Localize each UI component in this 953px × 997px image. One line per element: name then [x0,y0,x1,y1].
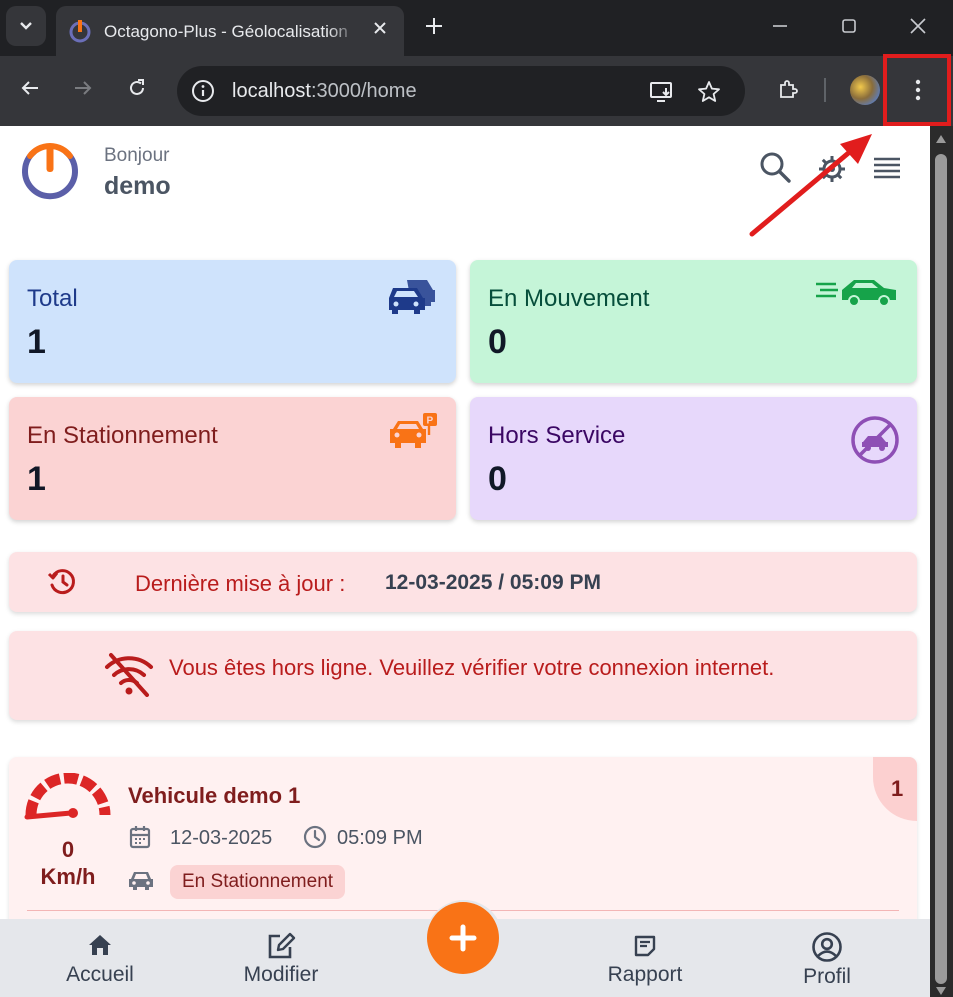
report-icon [634,935,656,957]
calendar-icon [129,826,151,849]
bookmark-button[interactable] [695,78,723,106]
last-update-banner: Dernière mise à jour : 12-03-2025 / 05:0… [9,552,917,612]
speed-unit: Km/h [40,864,96,889]
close-window-button[interactable] [902,10,934,42]
moving-car-icon [816,280,896,307]
site-info-icon [192,80,214,102]
speedometer-icon [24,773,111,820]
user-circle-icon [812,932,842,962]
nav-label: Rapport [607,963,683,986]
profile-avatar[interactable] [850,75,880,105]
url-host: localhost [232,80,311,102]
nav-profil[interactable]: Profil [777,919,877,997]
maximize-button[interactable] [833,10,865,42]
stat-card-total[interactable]: Total 1 [9,260,456,383]
cars-icon [389,280,435,314]
username-text: demo [104,172,171,200]
stat-value: 1 [27,323,46,361]
stat-value: 0 [488,323,507,361]
plus-icon [449,924,477,952]
bottom-nav: Accueil Modifier Rapport Profil [0,900,930,997]
nav-rapport[interactable]: Rapport [595,919,695,997]
annotation-arrow [749,134,872,237]
wifi-off-icon [105,653,153,697]
scroll-up-arrow-icon [936,135,946,143]
install-app-button[interactable] [647,78,677,106]
tab-close-button[interactable] [368,16,392,40]
tab-title: Octagono-Plus - Géolocalisation [104,22,358,42]
install-icon [650,82,672,102]
greeting-text: Bonjour [104,145,170,166]
edit-icon [268,932,296,959]
new-tab-button[interactable] [418,10,450,42]
stat-value: 0 [488,460,507,498]
stat-card-out-of-service[interactable]: Hors Service 0 [470,397,917,520]
page-scrollbar[interactable] [930,126,953,997]
offline-message: Vous êtes hors ligne. Veuillez vérifier … [169,655,775,680]
car-icon [129,872,153,890]
tab-search-button[interactable] [6,6,46,46]
scroll-down-arrow-icon [936,987,946,995]
close-icon [910,18,926,34]
vehicle-name: Vehicule demo 1 [128,783,301,808]
clock-icon [303,825,327,849]
history-icon [47,569,75,595]
vehicle-date: 12-03-2025 [170,827,273,849]
home-icon [89,935,111,955]
nav-label: Accueil [66,963,134,986]
maximize-icon [842,19,856,33]
minimize-icon [773,25,787,27]
nav-modifier[interactable]: Modifier [226,919,336,997]
nav-accueil[interactable]: Accueil [50,919,150,997]
vehicle-index-badge: 1 [873,757,917,821]
vehicle-index: 1 [891,776,904,801]
star-icon [698,81,720,102]
status-badge-label: En Stationnement [182,871,334,892]
back-button[interactable] [12,70,48,106]
parked-car-icon: P [390,413,437,448]
stat-label: En Stationnement [27,422,218,449]
plus-icon [426,18,442,34]
close-icon [374,22,386,34]
address-bar[interactable]: localhost:3000/home [177,66,745,116]
add-button[interactable] [427,902,499,974]
annotation-highlight-box [883,54,951,126]
octagono-favicon [69,20,91,43]
url-path: :3000/home [310,80,417,102]
stat-label: En Mouvement [488,285,650,312]
scroll-thumb[interactable] [935,154,947,984]
toolbar-divider [824,78,826,102]
reload-icon [130,79,144,95]
app-content: Bonjour demo Total 1 En Mouvement 0 En S… [0,126,930,997]
last-update-label: Dernière mise à jour : [135,571,346,596]
arrow-right-icon [75,81,92,95]
forward-button[interactable] [65,70,101,106]
last-update-value: 12-03-2025 / 05:09 PM [385,571,601,594]
stat-value: 1 [27,460,46,498]
vehicle-time: 05:09 PM [337,827,423,849]
nav-label: Modifier [243,963,319,986]
extensions-button[interactable] [770,72,806,108]
stat-card-parked[interactable]: En Stationnement 1 P [9,397,456,520]
nav-label: Profil [803,965,851,988]
browser-tab-bar: Octagono-Plus - Géolocalisation [0,0,953,56]
arrow-left-icon [21,81,38,95]
stat-card-moving[interactable]: En Mouvement 0 [470,260,917,383]
stat-label: Hors Service [488,422,626,449]
no-car-icon [851,416,899,464]
chevron-down-icon [20,22,32,30]
status-badge: En Stationnement [170,865,346,899]
url-text: localhost:3000/home [232,80,417,103]
puzzle-icon [780,80,798,98]
reload-button[interactable] [119,70,155,106]
stat-label: Total [27,285,78,312]
speed-value: 0 [61,837,75,862]
browser-tab[interactable]: Octagono-Plus - Géolocalisation [56,6,404,56]
svg-text:P: P [427,416,434,427]
octagono-logo [22,143,78,200]
minimize-button[interactable] [764,10,796,42]
offline-banner: Vous êtes hors ligne. Veuillez vérifier … [9,631,917,720]
